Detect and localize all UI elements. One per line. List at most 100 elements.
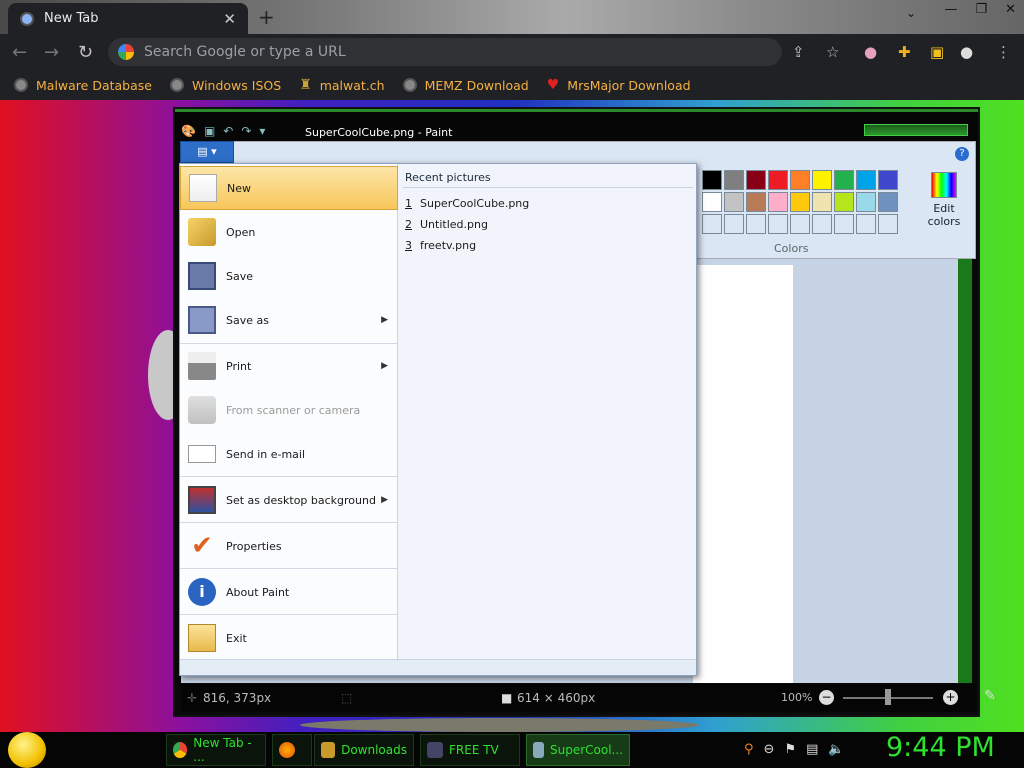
paint-window-controls[interactable] (864, 124, 968, 136)
color-swatch[interactable] (702, 192, 722, 212)
color-swatch[interactable] (878, 192, 898, 212)
taskbar-button-chrome[interactable]: New Tab - ... (166, 734, 266, 766)
extensions-puzzle-icon[interactable]: ✚ (898, 43, 911, 61)
color-swatch[interactable] (724, 214, 744, 234)
selection-size-icon: ⬚ (341, 691, 353, 705)
start-smiley-icon[interactable] (8, 732, 46, 768)
tab-search-chevron-icon[interactable]: ⌄ (906, 6, 916, 20)
taskbar-button-firefox[interactable] (272, 734, 312, 766)
recent-pictures-title: Recent pictures (405, 171, 491, 184)
tab-new-tab[interactable]: New Tab ✕ (8, 3, 248, 34)
recent-item[interactable]: 1 SuperCoolCube.png (405, 197, 529, 210)
color-swatch[interactable] (768, 170, 788, 190)
color-swatch[interactable] (702, 170, 722, 190)
side-panel-icon[interactable]: ▣ (930, 43, 944, 61)
menu-separator (180, 568, 398, 569)
bookmark-windows-isos[interactable]: Windows ISOS (169, 78, 281, 93)
close-window-icon[interactable]: ✕ (1005, 2, 1016, 17)
tray-minus-icon[interactable]: ⊖ (764, 742, 775, 757)
vertical-scrollbar[interactable] (958, 259, 972, 683)
account-avatar-icon[interactable]: ● (960, 43, 973, 61)
menu-item-print[interactable]: Print ▶ (180, 344, 398, 388)
bookmark-star-icon[interactable]: ☆ (826, 43, 839, 61)
menu-item-new[interactable]: New (180, 166, 398, 210)
color-swatch[interactable] (746, 214, 766, 234)
color-swatch[interactable] (834, 214, 854, 234)
help-icon[interactable]: ? (955, 147, 969, 161)
bookmark-mrsmajor-download[interactable]: ♥ MrsMajor Download (547, 77, 691, 93)
color-swatch[interactable] (790, 170, 810, 190)
new-tab-button[interactable]: + (258, 5, 275, 29)
color-swatch[interactable] (834, 192, 854, 212)
color-swatch[interactable] (812, 192, 832, 212)
forward-arrow-icon[interactable]: → (44, 42, 59, 63)
menu-item-send-email[interactable]: Send in e-mail (180, 432, 398, 476)
color-swatch[interactable] (878, 170, 898, 190)
recent-item[interactable]: 2 Untitled.png (405, 218, 488, 231)
bookmark-malware-database[interactable]: Malware Database (14, 78, 152, 93)
bookmark-memz-download[interactable]: MEMZ Download (402, 78, 529, 93)
menu-item-set-desktop-background[interactable]: Set as desktop background ▶ (180, 478, 398, 522)
redo-icon[interactable]: ↷ (241, 124, 251, 138)
color-swatch[interactable] (834, 170, 854, 190)
color-swatch[interactable] (746, 170, 766, 190)
zoom-slider-thumb[interactable] (885, 689, 891, 705)
taskbar-button-downloads[interactable]: Downloads (314, 734, 414, 766)
taskbar-button-paint[interactable]: SuperCool... (526, 734, 630, 766)
taskbar-clock[interactable]: 9:44 PM (886, 732, 995, 763)
network-icon[interactable]: ▤ (806, 742, 818, 757)
color-swatch[interactable] (724, 192, 744, 212)
reload-icon[interactable]: ↻ (78, 42, 93, 63)
exit-icon (188, 624, 216, 652)
color-swatch[interactable] (856, 192, 876, 212)
globe-icon (169, 78, 184, 92)
menu-item-save-as[interactable]: Save as ▶ (180, 298, 398, 342)
color-swatch[interactable] (724, 170, 744, 190)
recent-item[interactable]: 3 freetv.png (405, 239, 476, 252)
color-swatch[interactable] (746, 192, 766, 212)
paint-app-icon[interactable]: 🎨 (181, 124, 196, 138)
back-arrow-icon[interactable]: ← (12, 42, 27, 63)
open-folder-icon (188, 218, 216, 246)
color-swatch[interactable] (768, 214, 788, 234)
cursor-position: 816, 373px (203, 691, 272, 705)
qat-save-icon[interactable]: ▣ (204, 124, 215, 138)
menu-item-about-paint[interactable]: i About Paint (180, 570, 398, 614)
search-magnifier-icon[interactable]: ⚲ (744, 742, 754, 757)
paint-file-menu-button[interactable]: ▤ ▾ (180, 141, 234, 163)
paint-window-title: SuperCoolCube.png - Paint (305, 126, 453, 139)
color-swatch[interactable] (856, 170, 876, 190)
share-icon[interactable]: ⇪ (792, 43, 805, 61)
color-swatch[interactable] (812, 214, 832, 234)
menu-item-properties[interactable]: ✔ Properties (180, 524, 398, 568)
zoom-out-icon[interactable]: − (819, 690, 834, 705)
cursor-position-icon: ✛ (187, 691, 198, 705)
menu-separator (180, 614, 398, 615)
menu-item-open[interactable]: Open (180, 210, 398, 254)
edit-colors-button[interactable]: Edit colors (922, 172, 966, 228)
minimize-icon[interactable]: — (944, 2, 957, 17)
color-swatch[interactable] (856, 214, 876, 234)
desktop-background-icon (188, 486, 216, 514)
color-swatch[interactable] (790, 214, 810, 234)
menu-item-save[interactable]: Save (180, 254, 398, 298)
profile-flag-icon[interactable]: ● (864, 43, 877, 61)
restore-icon[interactable]: ❐ (975, 2, 987, 17)
bookmark-malwatch[interactable]: ♜ malwat.ch (299, 77, 384, 93)
menu-item-exit[interactable]: Exit (180, 616, 398, 660)
color-swatch[interactable] (812, 170, 832, 190)
zoom-in-icon[interactable]: + (943, 690, 958, 705)
color-swatch[interactable] (790, 192, 810, 212)
menu-dots-icon[interactable]: ⋮ (996, 43, 1011, 61)
taskbar-button-free-tv[interactable]: FREE TV (420, 734, 520, 766)
color-swatch[interactable] (768, 192, 788, 212)
volume-icon[interactable]: 🔈 (828, 742, 844, 757)
address-bar[interactable]: Search Google or type a URL (108, 38, 782, 66)
color-swatch[interactable] (878, 214, 898, 234)
drawing-canvas[interactable] (693, 265, 793, 683)
action-center-flag-icon[interactable]: ⚑ (784, 742, 796, 757)
tab-close-icon[interactable]: ✕ (223, 10, 236, 28)
qat-customize-icon[interactable]: ▾ (259, 124, 265, 138)
color-swatch[interactable] (702, 214, 722, 234)
undo-icon[interactable]: ↶ (223, 124, 233, 138)
